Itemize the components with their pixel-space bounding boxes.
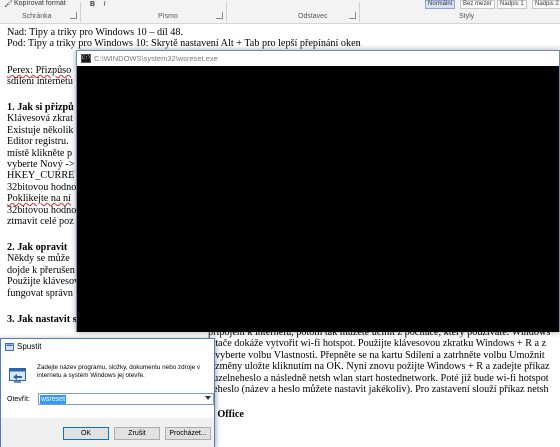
doc-heading-1: 1. Jak si přizpů [7,102,74,113]
dialog-launcher-icon[interactable] [70,12,77,19]
doc-line: a změny uložte kliknutím na OK. Nyní zno… [208,361,550,373]
doc-line: Existuje několik [7,124,74,136]
doc-line: Klávesová zkrat [7,113,73,125]
format-painter-button[interactable]: Kopírovat formát [14,0,66,10]
doc-line-perex: Perex: Přizpůso [7,65,72,76]
browse-button[interactable]: Procházet... [165,427,211,440]
group-paragraph-label: Odstavec [298,13,328,20]
style-no-spacing[interactable]: Bez mezer [460,0,495,9]
chevron-down-icon[interactable] [205,396,211,400]
doc-line: neheslo (název a heslo můžete nastavit j… [208,384,549,395]
doc-line: dojde k přerušen [7,264,75,276]
group-clipboard-label: Schránka [22,13,52,20]
run-description: Zadejte název programu, složky, dokument… [37,364,200,380]
doc-line: čítače dokáže vytvořit wi-fi hotspot. Po… [208,338,547,350]
cmd-console-area[interactable] [77,66,559,332]
doc-line: vyberte Nový -> [7,159,75,170]
doc-line: ztmavit celé poz [7,216,74,227]
italic-icon[interactable]: I [100,0,109,9]
format-painter-icon[interactable]: 🖌 [4,0,13,10]
cmd-titlebar[interactable]: C:\ C:\WINDOWS\system32\wsreset.exe [77,51,559,66]
ok-button[interactable]: OK [63,427,109,440]
doc-line: a vyberte volbu Vlastnosti. Přepněte se … [208,349,545,361]
doc-line: Použijte klávesov [7,276,80,288]
ribbon-divider [226,2,227,22]
run-icon [5,343,14,351]
word-ribbon: 🖌 Kopírovat formát B I Normální Bez meze… [0,0,560,24]
doc-line: sdílení internetu [7,76,73,88]
open-input-value[interactable]: wsreset [40,395,67,404]
doc-line: Editor registru. [7,136,69,148]
doc-line: Někdy se může [7,253,70,265]
ribbon-divider [80,2,81,22]
run-button-bar: OK Zrušit Procházet... [1,418,214,447]
open-label: Otevřít: [7,396,30,403]
doc-line: fungovat správn [7,287,73,299]
ribbon-divider [359,2,360,22]
doc-heading-2: 2. Jak opravit [7,242,68,253]
console-icon: C:\ [81,54,92,63]
style-heading-1[interactable]: Nadpis 1 [497,0,527,9]
doc-line: Poklikejte na ní [7,193,71,205]
run-program-icon [9,368,26,383]
group-font-label: Písmo [158,13,178,20]
style-heading-2[interactable]: Nadpis 2 [532,0,560,9]
open-input[interactable]: wsreset [38,393,214,405]
group-styles-label: Styly [459,13,475,20]
dialog-launcher-icon[interactable] [216,12,223,19]
doc-line: HKEY_CURRE [7,170,75,182]
cmd-window[interactable]: C:\ C:\WINDOWS\system32\wsreset.exe [76,50,560,332]
run-dialog[interactable]: Spustit Zadejte název programu, složky, … [0,338,215,447]
doc-line: ouzelneheslo a následně netsh wlan start… [208,372,549,384]
run-dialog-body: Zadejte název programu, složky, dokument… [1,356,214,447]
run-titlebar[interactable]: Spustit [1,339,214,356]
cancel-button[interactable]: Zrušit [114,427,160,440]
doc-line: místě klikněte p [7,147,73,159]
dialog-launcher-icon[interactable] [349,12,356,19]
run-dialog-title: Spustit [17,342,42,351]
doc-line: 32bitovou hodno [7,181,77,193]
cmd-window-title: C:\WINDOWS\system32\wsreset.exe [94,54,218,63]
bold-icon[interactable]: B [88,0,97,9]
doc-line-nad: Nad: Tipy a triky pro Windows 10 – díl 4… [7,27,183,38]
doc-line: 32bitovou hodno [7,204,77,216]
doc-line-pod: Pod: Tipy a triky pro Windows 10: Skrytě… [7,38,361,50]
style-normal[interactable]: Normální [425,0,456,9]
